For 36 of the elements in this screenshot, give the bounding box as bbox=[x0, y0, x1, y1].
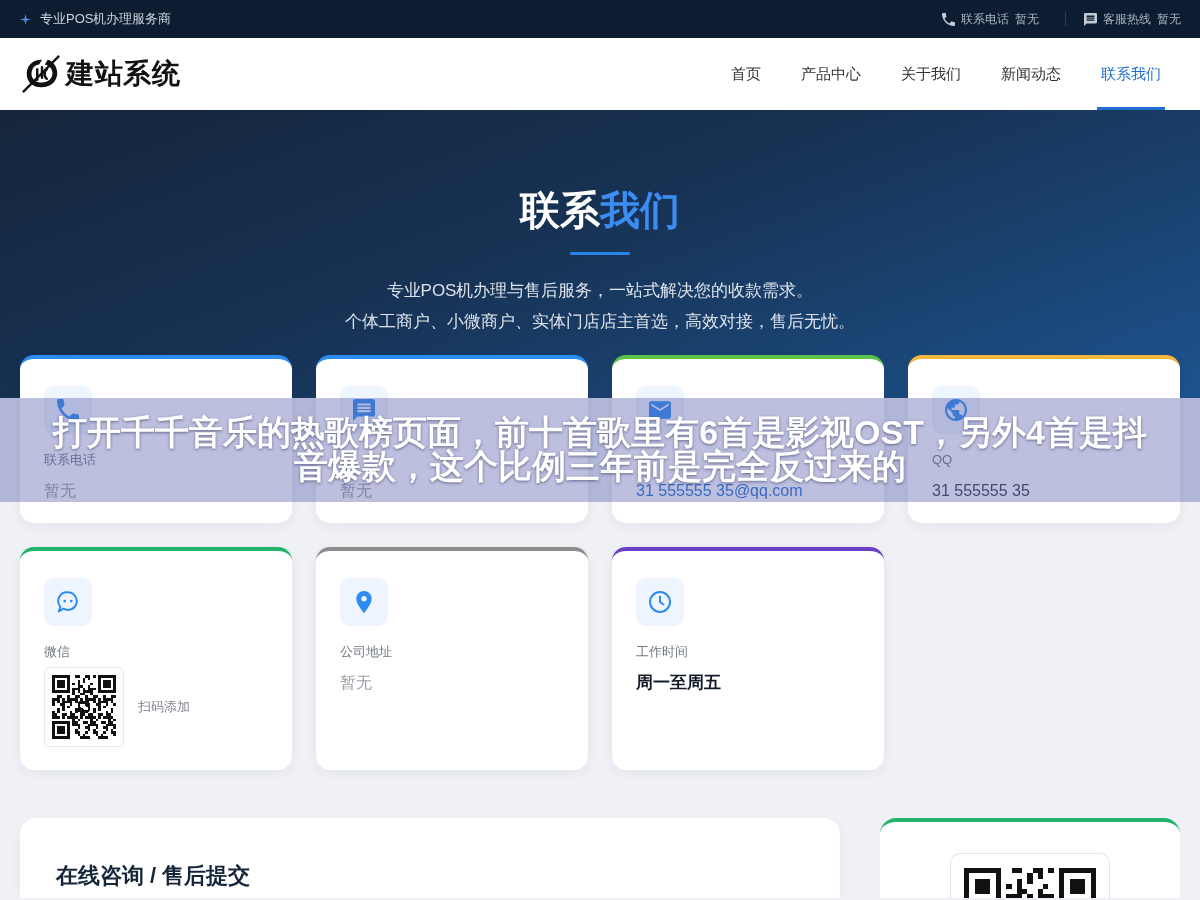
nav-link[interactable]: 产品中心 bbox=[797, 38, 865, 110]
logo-icon bbox=[21, 54, 63, 94]
card-label: 工作时间 bbox=[636, 643, 688, 661]
contact-value: 暂无 bbox=[1157, 10, 1181, 28]
message-icon bbox=[1084, 12, 1097, 26]
subtitle-text: 专业POS机办理与售后服务，一站式解决您的收款需求。 bbox=[385, 280, 815, 302]
card-value: 暂无 bbox=[340, 674, 372, 692]
card-label: 公司地址 bbox=[340, 643, 392, 661]
panel-title: 在线咨询 / 售后提交 bbox=[56, 862, 252, 890]
card-label: 联系电话 bbox=[44, 451, 96, 469]
contact-label: 客服热线 bbox=[1103, 10, 1151, 28]
nav-link[interactable]: 首页 bbox=[727, 38, 765, 110]
logo-text: 建站系统 bbox=[66, 57, 180, 91]
card-value: 暂无 bbox=[44, 482, 76, 500]
card-value: 31 555555 35 bbox=[932, 482, 1030, 500]
section-title: 联系我们 bbox=[518, 187, 681, 234]
clock-icon bbox=[636, 578, 684, 626]
qr-code-icon bbox=[44, 667, 124, 747]
nav-link[interactable]: 新闻动态 bbox=[997, 38, 1065, 110]
caption-text: 打开千千音乐的热歌榜页面，前十首歌里有6首是影视OST，另外4首是抖 bbox=[53, 415, 1147, 449]
location-pin-icon bbox=[340, 578, 388, 626]
card-label: QQ bbox=[932, 451, 953, 469]
card-note: 扫码添加 bbox=[138, 698, 190, 716]
card-value: 周一至周五 bbox=[636, 674, 721, 692]
qr-code-icon bbox=[950, 853, 1110, 898]
chat-bubble-icon bbox=[44, 578, 92, 626]
card-label: 微信 bbox=[44, 643, 70, 661]
card-value: 暂无 bbox=[340, 482, 372, 500]
subtitle-text: 个体工商户、小微商户、实体门店店主首选，高效对接，售后无忧。 bbox=[344, 311, 856, 333]
caption-text: 音爆款，这个比例三年前是完全反过来的 bbox=[294, 449, 906, 483]
sparkle-icon bbox=[20, 13, 31, 25]
contact-value: 暂无 bbox=[1015, 10, 1039, 28]
phone-icon bbox=[942, 12, 955, 26]
nav-link[interactable]: 关于我们 bbox=[897, 38, 965, 110]
slogan-text: 专业POS机办理服务商 bbox=[40, 10, 172, 28]
contact-label: 联系电话 bbox=[961, 10, 1009, 28]
